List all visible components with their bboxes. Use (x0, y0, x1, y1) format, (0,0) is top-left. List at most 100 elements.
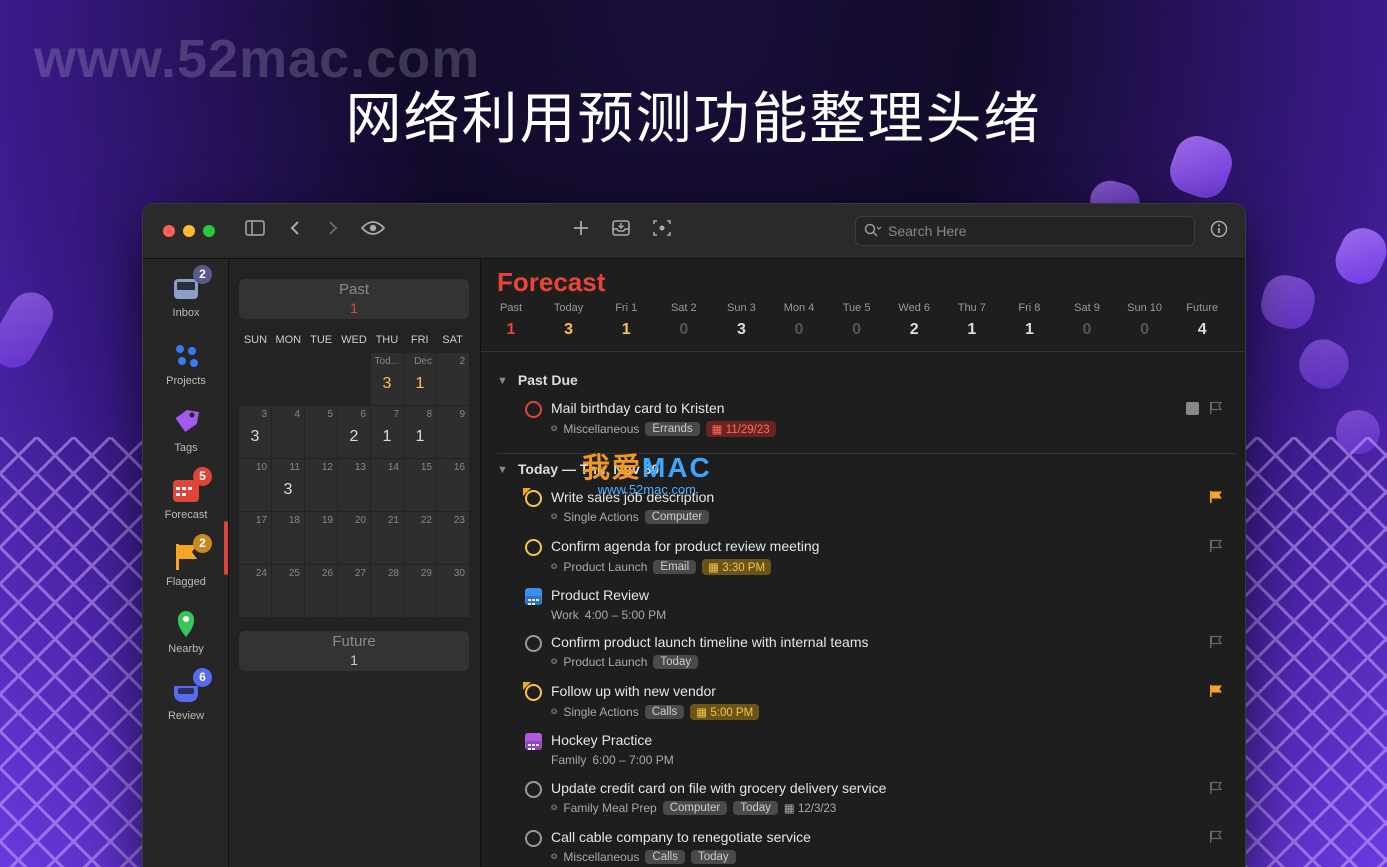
calendar-day[interactable]: 71 (371, 406, 403, 458)
due-date[interactable]: ▦ 11/29/23 (705, 421, 776, 437)
calendar-day[interactable]: Dec 1 (404, 353, 436, 405)
task-row[interactable]: Update credit card on file with grocery … (525, 779, 1235, 823)
task-tag[interactable]: Computer (644, 510, 710, 524)
task-checkbox[interactable] (525, 635, 542, 652)
calendar-day[interactable]: 18 (272, 512, 304, 564)
chevron-down-icon[interactable]: ▼ (497, 375, 508, 387)
calendar-day[interactable]: 4 (272, 406, 304, 458)
add-icon[interactable] (569, 220, 593, 241)
calendar-day[interactable]: 24 (239, 565, 271, 617)
calendar-day[interactable]: 2 (437, 353, 469, 405)
calendar-day[interactable]: 12 (305, 459, 337, 511)
minimize-button[interactable] (183, 225, 195, 237)
sidebar-item-tags[interactable]: Tags (143, 406, 229, 454)
forecast-day-column[interactable]: Tue 5 0 (828, 302, 886, 339)
task-tag[interactable]: Email (653, 560, 697, 574)
task-tag[interactable]: Errands (645, 422, 700, 436)
chevron-down-icon[interactable]: ▼ (497, 464, 508, 476)
forecast-day-column[interactable]: Fri 1 1 (597, 302, 655, 339)
calendar-day[interactable]: 9 (437, 406, 469, 458)
forecast-day-column[interactable]: Future 4 (1173, 302, 1231, 339)
calendar-day[interactable]: 26 (305, 565, 337, 617)
calendar-event-row[interactable]: Hockey Practice Family 6:00 – 7:00 PM (525, 731, 1235, 775)
calendar-day[interactable]: 27 (338, 565, 370, 617)
flag-icon[interactable] (1209, 401, 1223, 418)
close-button[interactable] (163, 225, 175, 237)
forecast-day-column[interactable]: Sat 9 0 (1058, 302, 1116, 339)
calendar-day[interactable]: 22 (404, 512, 436, 564)
zoom-button[interactable] (203, 225, 215, 237)
task-tag[interactable]: Today (653, 655, 699, 669)
calendar-day[interactable]: 5 (305, 406, 337, 458)
flag-icon[interactable] (1209, 490, 1223, 507)
forecast-day-column[interactable]: Thu 7 1 (943, 302, 1001, 339)
calendar-day[interactable]: 16 (437, 459, 469, 511)
task-tag[interactable]: Today (733, 801, 778, 815)
calendar-day[interactable]: 10 (239, 459, 271, 511)
calendar-event-row[interactable]: Product Review Work 4:00 – 5:00 PM (525, 586, 1235, 630)
task-tag[interactable]: Calls (644, 705, 685, 719)
eye-icon[interactable] (360, 220, 386, 241)
task-tag[interactable]: Computer (662, 801, 728, 815)
sidebar-item-review[interactable]: 6 Review (143, 668, 229, 722)
back-chevron-icon[interactable] (283, 220, 307, 241)
calendar-day[interactable]: 11 3 (272, 459, 304, 511)
flag-icon[interactable] (1209, 684, 1223, 701)
task-row[interactable]: Confirm agenda for product review meetin… (525, 537, 1235, 581)
task-row[interactable]: Follow up with new vendor ⭗ Single Actions… (523, 682, 1235, 726)
due-date[interactable]: ▦ 5:00 PM (690, 704, 760, 720)
info-icon[interactable] (1207, 220, 1231, 243)
calendar-day[interactable]: 17 (239, 512, 271, 564)
calendar-day[interactable]: 29 (404, 565, 436, 617)
calendar-day[interactable]: 20 (338, 512, 370, 564)
forward-chevron-icon[interactable] (321, 220, 345, 241)
sidebar-toggle-icon[interactable] (243, 220, 267, 241)
task-tag[interactable]: Today (690, 850, 736, 864)
task-row[interactable]: Mail birthday card to Kristen ⭗ Miscellane… (525, 399, 1235, 443)
calendar-day[interactable]: 62 (338, 406, 370, 458)
future-pill[interactable]: Future 1 (239, 631, 469, 671)
forecast-day-column[interactable]: Sun 10 0 (1116, 302, 1174, 339)
focus-capture-icon[interactable] (650, 220, 674, 241)
task-checkbox[interactable] (525, 830, 542, 847)
flag-icon[interactable] (1209, 830, 1223, 847)
forecast-day-column[interactable]: Sun 3 3 (712, 302, 770, 339)
calendar-day[interactable]: 23 (437, 512, 469, 564)
due-date[interactable]: ▦ 12/3/23 (784, 801, 836, 815)
calendar-day[interactable]: 19 (305, 512, 337, 564)
calendar-day[interactable]: 15 (404, 459, 436, 511)
note-icon[interactable] (1186, 402, 1199, 415)
task-checkbox[interactable] (525, 781, 542, 798)
task-tag[interactable]: Calls (645, 850, 685, 864)
calendar-day[interactable]: 25 (272, 565, 304, 617)
task-checkbox[interactable] (525, 539, 542, 556)
calendar-day[interactable]: 28 (371, 565, 403, 617)
forecast-day-column[interactable]: Mon 4 0 (770, 302, 828, 339)
search-field[interactable] (855, 216, 1195, 246)
calendar-day[interactable]: 21 (371, 512, 403, 564)
due-date[interactable]: ▦ 3:30 PM (702, 559, 772, 575)
forecast-day-column[interactable]: Fri 8 1 (1000, 302, 1058, 339)
calendar-day[interactable]: 33 (239, 406, 271, 458)
flag-icon[interactable] (1209, 781, 1223, 798)
sidebar-item-projects[interactable]: Projects (143, 339, 229, 387)
sidebar-item-inbox[interactable]: 2 Inbox (143, 265, 229, 319)
inbox-tray-icon[interactable] (609, 220, 633, 241)
flag-icon[interactable] (1209, 635, 1223, 652)
calendar-day[interactable]: Tod... 3 (371, 353, 403, 405)
sidebar-item-flagged[interactable]: 2 Flagged (143, 534, 229, 588)
calendar-day[interactable]: 14 (371, 459, 403, 511)
sidebar-item-forecast[interactable]: 5 Forecast (143, 467, 229, 521)
flag-icon[interactable] (1209, 539, 1223, 556)
forecast-day-column[interactable]: Wed 6 2 (885, 302, 943, 339)
calendar-day[interactable]: 13 (338, 459, 370, 511)
task-row[interactable]: Confirm product launch timeline with int… (525, 633, 1235, 677)
forecast-day-column[interactable]: Past 1 (482, 302, 540, 339)
sidebar-item-nearby[interactable]: Nearby (143, 607, 229, 655)
calendar-day[interactable]: 81 (404, 406, 436, 458)
task-checkbox[interactable] (525, 401, 542, 418)
past-pill[interactable]: Past 1 (239, 279, 469, 319)
section-past-due[interactable]: ▼ Past Due (497, 372, 578, 388)
forecast-day-column[interactable]: Today 3 (540, 302, 598, 339)
search-input[interactable] (888, 223, 1178, 239)
